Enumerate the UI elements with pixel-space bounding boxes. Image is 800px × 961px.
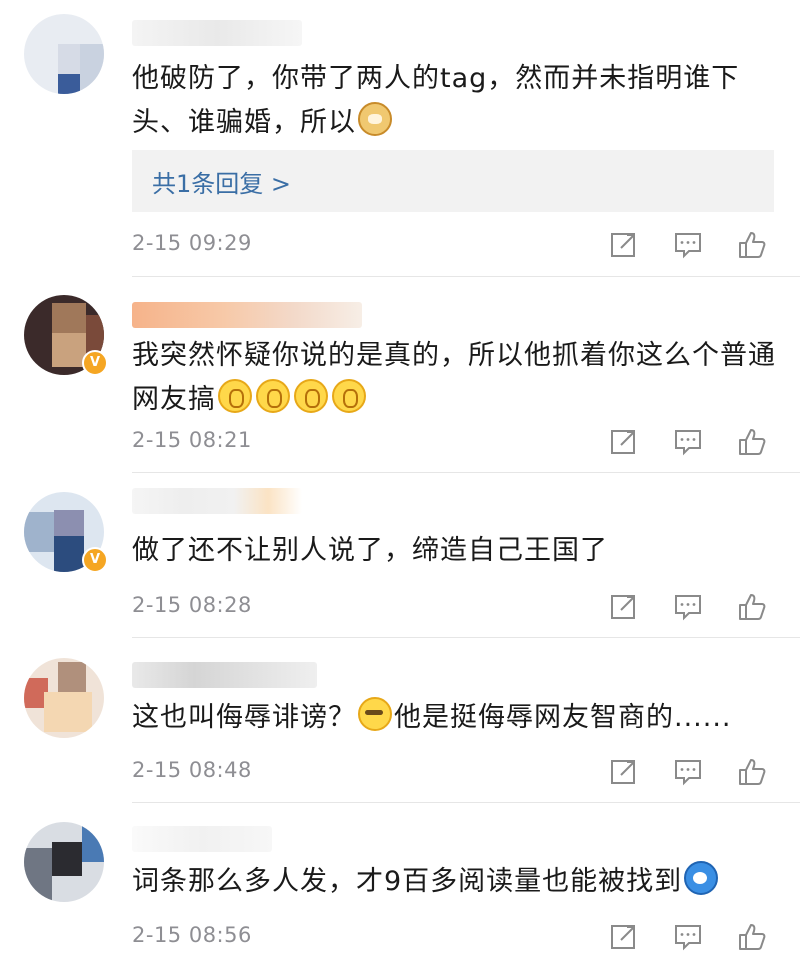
username-blurred[interactable] xyxy=(132,302,362,328)
comment-text-content: 这也叫侮辱诽谤？ xyxy=(132,702,356,733)
comment-icon xyxy=(675,925,701,951)
comment-actions xyxy=(606,754,776,790)
replies-box[interactable]: 共1条回复 > xyxy=(132,150,774,212)
reply-button[interactable] xyxy=(670,227,706,263)
share-button[interactable] xyxy=(606,227,642,263)
comment-divider xyxy=(132,637,800,638)
comment-time: 2-15 09:29 xyxy=(132,231,252,255)
share-icon xyxy=(611,925,635,949)
like-button[interactable] xyxy=(734,227,770,263)
clap-emoji-icon xyxy=(332,379,366,413)
comment-text-content: 词条那么多人发，才9百多阅读量也能被找到 xyxy=(132,866,683,897)
share-icon xyxy=(611,760,635,784)
comment-text-content: 他破防了，你带了两人的tag，然而并未指明谁下头、谁骗婚，所以 xyxy=(132,63,740,138)
verified-badge-icon: V xyxy=(82,350,108,376)
comment-time: 2-15 08:48 xyxy=(132,758,252,782)
clap-emoji-icon xyxy=(218,379,252,413)
comment-text-content: 做了还不让别人说了，缔造自己王国了 xyxy=(132,535,608,566)
comment-icon xyxy=(675,233,701,259)
like-button[interactable] xyxy=(734,589,770,625)
like-icon xyxy=(739,429,766,455)
reply-button[interactable] xyxy=(670,424,706,460)
like-button[interactable] xyxy=(734,754,770,790)
avatar[interactable] xyxy=(24,658,104,738)
comment-actions xyxy=(606,589,776,625)
reply-button[interactable] xyxy=(670,919,706,955)
share-button[interactable] xyxy=(606,589,642,625)
avatar[interactable] xyxy=(24,822,104,902)
comment-text: 他破防了，你带了两人的tag，然而并未指明谁下头、谁骗婚，所以 xyxy=(132,57,782,145)
share-button[interactable] xyxy=(606,424,642,460)
username-blurred[interactable] xyxy=(132,662,317,688)
comment-actions xyxy=(606,919,776,955)
like-button[interactable] xyxy=(734,919,770,955)
comment-time: 2-15 08:28 xyxy=(132,593,252,617)
share-icon xyxy=(611,430,635,454)
comment-actions xyxy=(606,227,776,263)
share-button[interactable] xyxy=(606,754,642,790)
comment-actions xyxy=(606,424,776,460)
verified-badge-icon: V xyxy=(82,547,108,573)
clap-emoji-icon xyxy=(256,379,290,413)
blue-face-emoji-icon xyxy=(684,861,719,895)
reply-button[interactable] xyxy=(670,589,706,625)
comment-text: 做了还不让别人说了，缔造自己王国了 xyxy=(132,529,782,573)
avatar[interactable] xyxy=(24,14,104,94)
comment-text-content: 他是挺侮辱网友智商的...... xyxy=(394,702,732,733)
share-icon xyxy=(611,595,635,619)
username-blurred[interactable] xyxy=(132,826,272,852)
like-icon xyxy=(739,232,766,258)
comment-icon xyxy=(675,430,701,456)
comment-text: 词条那么多人发，才9百多阅读量也能被找到 xyxy=(132,860,782,904)
username-blurred[interactable] xyxy=(132,488,302,514)
comment-text: 我突然怀疑你说的是真的，所以他抓着你这么个普通网友搞 xyxy=(132,334,782,422)
share-button[interactable] xyxy=(606,919,642,955)
comment-icon xyxy=(675,595,701,621)
comment-icon xyxy=(675,760,701,786)
like-icon xyxy=(739,759,766,785)
smirk-emoji-icon xyxy=(358,697,392,731)
like-button[interactable] xyxy=(734,424,770,460)
doge-emoji-icon xyxy=(358,102,392,136)
like-icon xyxy=(739,924,766,950)
view-replies-link[interactable]: 共1条回复 > xyxy=(152,164,291,199)
comment-text: 这也叫侮辱诽谤？ 他是挺侮辱网友智商的...... xyxy=(132,696,782,740)
reply-button[interactable] xyxy=(670,754,706,790)
clap-emoji-icon xyxy=(294,379,328,413)
comment-divider xyxy=(132,276,800,277)
comment-divider xyxy=(132,472,800,473)
comment-divider xyxy=(132,802,800,803)
share-icon xyxy=(611,233,635,257)
username-blurred[interactable] xyxy=(132,20,302,46)
like-icon xyxy=(739,594,766,620)
comment-time: 2-15 08:21 xyxy=(132,428,252,452)
comment-time: 2-15 08:56 xyxy=(132,923,252,947)
